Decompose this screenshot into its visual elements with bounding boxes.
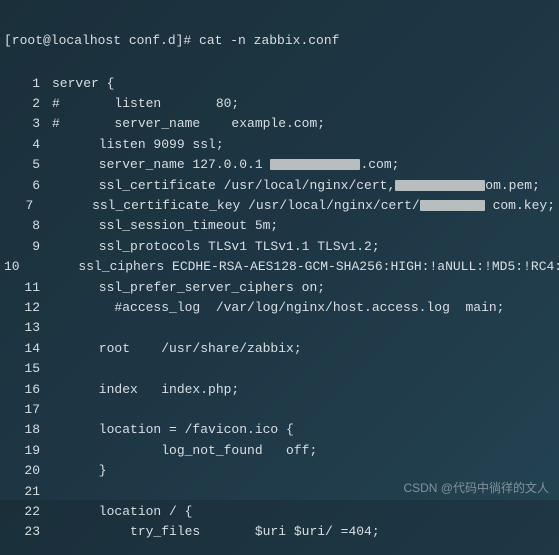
line-number: 16: [4, 383, 52, 396]
line-number: 7: [4, 199, 45, 212]
line-number: 4: [4, 138, 52, 151]
code-line: 3# server_name example.com;: [4, 114, 555, 134]
line-content: ssl_session_timeout 5m;: [52, 219, 278, 232]
line-number: 3: [4, 117, 52, 130]
code-line: 18 location = /favicon.ico {: [4, 420, 555, 440]
line-content-tail: om.pem;: [485, 179, 540, 192]
code-line: 10 ssl_ciphers ECDHE-RSA-AES128-GCM-SHA2…: [4, 257, 555, 277]
line-number: 13: [4, 321, 52, 334]
watermark-text: CSDN @代码中徜徉的文人: [403, 482, 549, 494]
code-line: 13: [4, 318, 555, 338]
line-content: }: [52, 464, 107, 477]
code-line: 5 server_name 127.0.0.1 .com;: [4, 155, 555, 175]
line-content: index index.php;: [52, 383, 239, 396]
line-number: 2: [4, 97, 52, 110]
line-number: 22: [4, 505, 52, 518]
line-content: location = /favicon.ico {: [52, 423, 294, 436]
code-line: 16 index index.php;: [4, 379, 555, 399]
line-content: ssl_certificate_key /usr/local/nginx/cer…: [45, 199, 419, 212]
line-content: # server_name example.com;: [52, 117, 325, 130]
code-line: 20 }: [4, 460, 555, 480]
line-number: 12: [4, 301, 52, 314]
line-number: 18: [4, 423, 52, 436]
code-line: 7 ssl_certificate_key /usr/local/nginx/c…: [4, 195, 555, 215]
code-line: 12 #access_log /var/log/nginx/host.acces…: [4, 297, 555, 317]
code-line: 19 log_not_found off;: [4, 440, 555, 460]
line-number: 15: [4, 362, 52, 375]
line-number: 11: [4, 281, 52, 294]
line-content: root /usr/share/zabbix;: [52, 342, 302, 355]
line-content: listen 9099 ssl;: [52, 138, 224, 151]
line-number: 20: [4, 464, 52, 477]
line-number: 9: [4, 240, 52, 253]
line-number: 19: [4, 444, 52, 457]
redacted-text: [420, 200, 485, 211]
code-line: 1server {: [4, 73, 555, 93]
line-number: 14: [4, 342, 52, 355]
line-content: location / {: [52, 505, 192, 518]
line-number: 17: [4, 403, 52, 416]
line-number: 1: [4, 77, 52, 90]
line-content: ssl_protocols TLSv1 TLSv1.1 TLSv1.2;: [52, 240, 380, 253]
line-content-tail: com.key;: [485, 199, 555, 212]
line-content: ssl_prefer_server_ciphers on;: [52, 281, 325, 294]
code-line: 9 ssl_protocols TLSv1 TLSv1.1 TLSv1.2;: [4, 236, 555, 256]
line-content: log_not_found off;: [52, 444, 317, 457]
code-line: 11 ssl_prefer_server_ciphers on;: [4, 277, 555, 297]
line-content: server_name 127.0.0.1: [52, 158, 270, 171]
shell-prompt: [root@localhost conf.d]# cat -n zabbix.c…: [4, 34, 555, 47]
line-number: 5: [4, 158, 52, 171]
code-block: 1server {2# listen 80;3# server_name exa…: [4, 73, 555, 542]
line-content: try_files $uri $uri/ =404;: [52, 525, 380, 538]
line-content: ssl_ciphers ECDHE-RSA-AES128-GCM-SHA256:…: [32, 260, 559, 273]
line-number: 8: [4, 219, 52, 232]
line-content: ssl_certificate /usr/local/nginx/cert,: [52, 179, 395, 192]
redacted-text: [395, 180, 485, 191]
terminal-output: [root@localhost conf.d]# cat -n zabbix.c…: [4, 8, 555, 555]
line-number: 21: [4, 485, 52, 498]
code-line: 14 root /usr/share/zabbix;: [4, 338, 555, 358]
line-content: #access_log /var/log/nginx/host.access.l…: [52, 301, 504, 314]
code-line: 8 ssl_session_timeout 5m;: [4, 216, 555, 236]
code-line: 17: [4, 399, 555, 419]
code-line: 22 location / {: [4, 501, 555, 521]
redacted-text: [270, 159, 360, 170]
code-line: 4 listen 9099 ssl;: [4, 134, 555, 154]
line-number: 10: [4, 260, 32, 273]
code-line: 15: [4, 358, 555, 378]
line-content: # listen 80;: [52, 97, 239, 110]
code-line: 23 try_files $uri $uri/ =404;: [4, 522, 555, 542]
line-number: 6: [4, 179, 52, 192]
line-content-tail: .com;: [360, 158, 399, 171]
code-line: 6 ssl_certificate /usr/local/nginx/cert,…: [4, 175, 555, 195]
line-content: server {: [52, 77, 114, 90]
line-number: 23: [4, 525, 52, 538]
code-line: 2# listen 80;: [4, 93, 555, 113]
